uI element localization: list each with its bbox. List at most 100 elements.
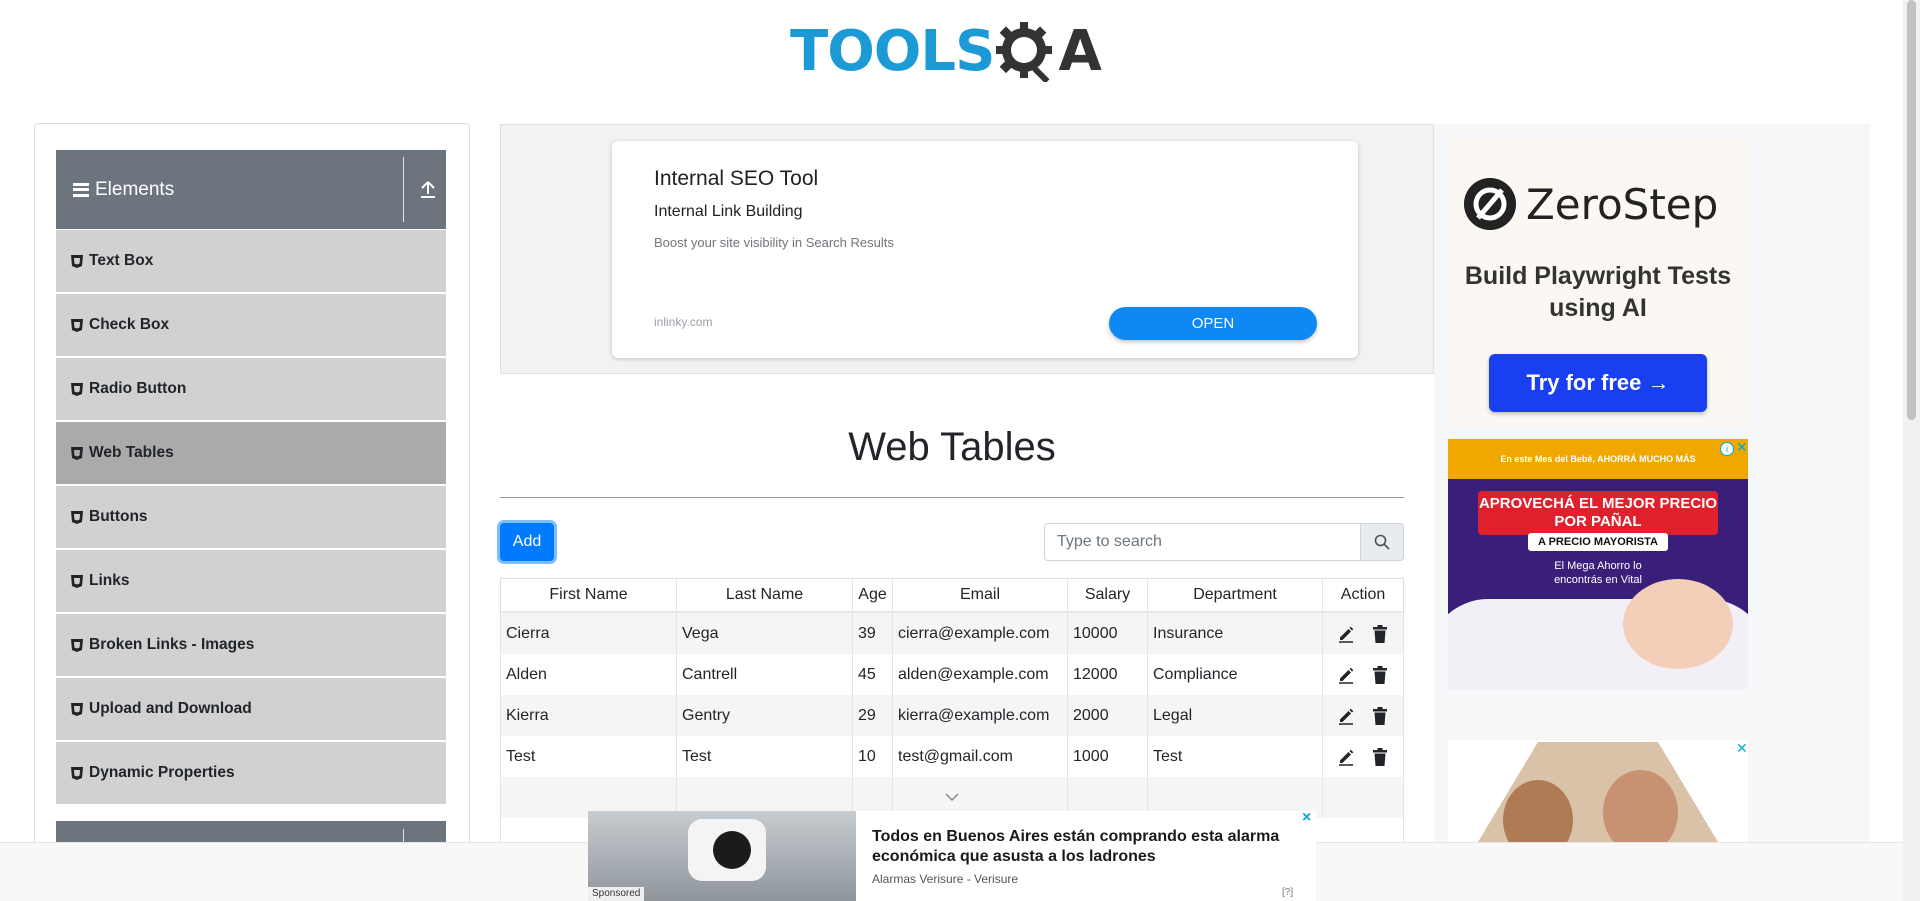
table-header-row: First Name Last Name Age Email Salary De… bbox=[501, 579, 1403, 613]
table-row: Cierra Vega 39 cierra@example.com 10000 … bbox=[501, 613, 1403, 654]
edit-pencil-icon[interactable] bbox=[1337, 625, 1355, 643]
vital-top-banner: En este Mes del Bebé, AHORRÁ MUCHO MÁS bbox=[1448, 439, 1748, 479]
sidebar-item-links[interactable]: Links bbox=[56, 550, 446, 612]
title-divider bbox=[500, 497, 1404, 498]
try-for-free-button[interactable]: Try for free → bbox=[1489, 354, 1707, 412]
cell-last-name: Test bbox=[677, 736, 853, 777]
sidebar-item-radio-button[interactable]: Radio Button bbox=[56, 358, 446, 420]
sponsored-label: Sponsored bbox=[588, 887, 645, 901]
bottom-sponsored-ad[interactable]: Sponsored Todos en Buenos Aires están co… bbox=[588, 809, 1316, 901]
ad-info-icon[interactable]: i bbox=[1720, 442, 1734, 456]
baby-image bbox=[1623, 579, 1733, 669]
column-header-department[interactable]: Department bbox=[1148, 579, 1323, 611]
elements-menu: Text Box Check Box Radio Button Web Tabl… bbox=[56, 230, 446, 806]
camera-ad-image: Sponsored bbox=[588, 811, 856, 901]
vital-ad[interactable]: En este Mes del Bebé, AHORRÁ MUCHO MÁS A… bbox=[1448, 439, 1748, 689]
column-header-salary[interactable]: Salary bbox=[1068, 579, 1148, 611]
html5-icon bbox=[71, 382, 83, 396]
ad-subtitle: Internal Link Building bbox=[654, 203, 803, 220]
sidebar-item-broken-links[interactable]: Broken Links - Images bbox=[56, 614, 446, 676]
sidebar-item-buttons[interactable]: Buttons bbox=[56, 486, 446, 548]
edit-pencil-icon[interactable] bbox=[1337, 666, 1355, 684]
sidebar-item-dynamic-properties[interactable]: Dynamic Properties bbox=[56, 742, 446, 804]
sidebar-item-label: Check Box bbox=[89, 316, 170, 333]
cell-salary: 2000 bbox=[1068, 695, 1148, 736]
zerostep-ad[interactable]: ZeroStep Build Playwright Tests using AI… bbox=[1448, 138, 1748, 428]
collapse-up-icon[interactable] bbox=[418, 178, 438, 200]
column-header-age[interactable]: Age bbox=[853, 579, 893, 611]
sidebar-item-label: Buttons bbox=[89, 508, 148, 525]
bottom-ad-source: Alarmas Verisure - Verisure bbox=[872, 872, 1019, 886]
cell-email: alden@example.com bbox=[893, 654, 1068, 695]
ad-open-button[interactable]: OPEN bbox=[1109, 307, 1317, 340]
table-row: Test Test 10 test@gmail.com 1000 Test bbox=[501, 736, 1403, 777]
cell-empty bbox=[1323, 777, 1403, 818]
ad-close-icon[interactable]: ✕ bbox=[1736, 439, 1748, 456]
column-header-last-name[interactable]: Last Name bbox=[677, 579, 853, 611]
cell-age: 45 bbox=[853, 654, 893, 695]
page: TOOLS A Elements Text Box Check Box Radi… bbox=[0, 0, 1920, 901]
delete-trash-icon[interactable] bbox=[1371, 665, 1389, 684]
search-box bbox=[1044, 523, 1404, 561]
search-button[interactable] bbox=[1360, 523, 1404, 561]
sidebar-item-check-box[interactable]: Check Box bbox=[56, 294, 446, 356]
column-header-first-name[interactable]: First Name bbox=[501, 579, 677, 611]
zerostep-logo-icon bbox=[1464, 178, 1516, 230]
cell-first-name: Kierra bbox=[501, 695, 677, 736]
bottom-ad-title: Todos en Buenos Aires están comprando es… bbox=[872, 828, 1280, 865]
html5-icon bbox=[71, 766, 83, 780]
cell-salary: 10000 bbox=[1068, 613, 1148, 654]
cell-department: Test bbox=[1148, 736, 1323, 777]
search-icon bbox=[1374, 534, 1390, 550]
cell-first-name: Alden bbox=[501, 654, 677, 695]
vital-subheadline: A PRECIO MAYORISTA bbox=[1528, 533, 1668, 551]
sidebar-item-web-tables[interactable]: Web Tables bbox=[56, 422, 446, 484]
cell-first-name: Cierra bbox=[501, 613, 677, 654]
add-button[interactable]: Add bbox=[500, 523, 554, 561]
logo-suffix: A bbox=[1058, 19, 1102, 84]
table-row: Kierra Gentry 29 kierra@example.com 2000… bbox=[501, 695, 1403, 736]
ad-domain: inlinky.com bbox=[654, 315, 713, 329]
ad-close-icon[interactable]: ✕ bbox=[1736, 740, 1748, 757]
group-title-label: Elements bbox=[95, 178, 175, 200]
top-ad-card[interactable]: Internal SEO Tool Internal Link Building… bbox=[612, 141, 1358, 358]
left-sidebar: Elements Text Box Check Box Radio Button bbox=[34, 123, 470, 901]
vital-small-text: El Mega Ahorro lo encontrás en Vital bbox=[1554, 560, 1642, 586]
sidebar-item-upload-download[interactable]: Upload and Download bbox=[56, 678, 446, 740]
zerostep-brand: ZeroStep bbox=[1526, 179, 1719, 229]
close-icon[interactable]: × bbox=[1302, 809, 1311, 827]
delete-trash-icon[interactable] bbox=[1371, 747, 1389, 766]
search-input[interactable] bbox=[1044, 523, 1360, 561]
cell-last-name: Cantrell bbox=[677, 654, 853, 695]
table-row: Alden Cantrell 45 alden@example.com 1200… bbox=[501, 654, 1403, 695]
camera-lens bbox=[713, 831, 751, 869]
cell-email: test@gmail.com bbox=[893, 736, 1068, 777]
vital-headline: APROVECHÁ EL MEJOR PRECIO POR PAÑAL bbox=[1478, 491, 1718, 535]
scrollbar[interactable] bbox=[1903, 0, 1920, 901]
sidebar-item-label: Upload and Download bbox=[89, 700, 252, 717]
sidebar-item-label: Web Tables bbox=[89, 444, 174, 461]
delete-trash-icon[interactable] bbox=[1371, 706, 1389, 725]
sidebar-item-label: Dynamic Properties bbox=[89, 764, 235, 781]
cell-email: kierra@example.com bbox=[893, 695, 1068, 736]
cell-department: Insurance bbox=[1148, 613, 1323, 654]
zerostep-headline: Build Playwright Tests using AI bbox=[1464, 262, 1732, 322]
sidebar-item-text-box[interactable]: Text Box bbox=[56, 230, 446, 292]
ad-help-link[interactable]: [?] bbox=[1282, 887, 1293, 898]
edit-pencil-icon[interactable] bbox=[1337, 707, 1355, 725]
scroll-thumb[interactable] bbox=[1907, 0, 1916, 420]
sidebar-item-label: Broken Links - Images bbox=[89, 636, 255, 653]
cell-age: 39 bbox=[853, 613, 893, 654]
cell-salary: 12000 bbox=[1068, 654, 1148, 695]
gear-magnifier-icon bbox=[996, 22, 1053, 82]
sidebar-item-label: Text Box bbox=[89, 252, 154, 269]
elements-group-header[interactable]: Elements bbox=[56, 150, 446, 229]
divider bbox=[403, 157, 404, 222]
edit-pencil-icon[interactable] bbox=[1337, 748, 1355, 766]
toolsqa-logo[interactable]: TOOLS A bbox=[790, 14, 1120, 90]
cell-department: Compliance bbox=[1148, 654, 1323, 695]
hamburger-icon bbox=[73, 182, 89, 197]
delete-trash-icon[interactable] bbox=[1371, 624, 1389, 643]
column-header-email[interactable]: Email bbox=[893, 579, 1068, 611]
column-header-action[interactable]: Action bbox=[1323, 579, 1403, 611]
